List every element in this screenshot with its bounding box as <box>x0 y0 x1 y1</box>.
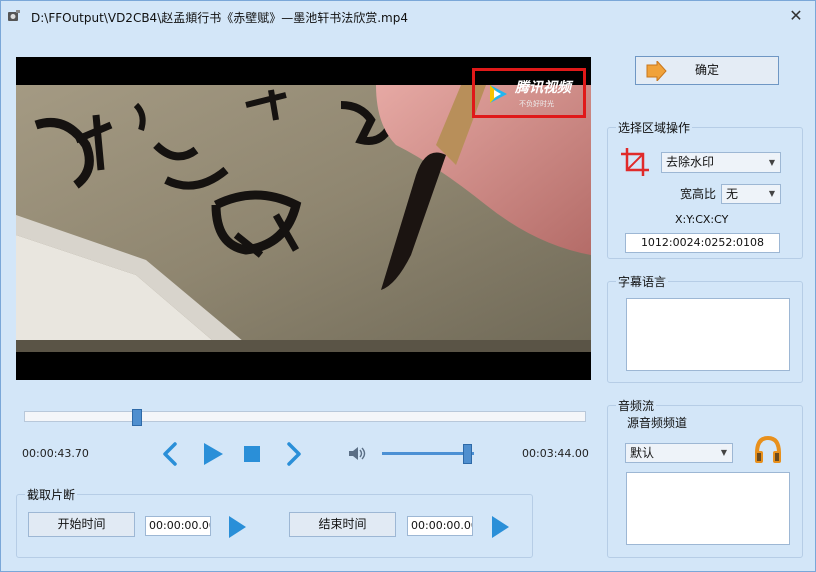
chevron-down-icon: ▼ <box>768 158 775 167</box>
video-preview[interactable]: 腾讯视频 不负好时光 <box>16 57 591 380</box>
audio-channel-select[interactable]: 默认 ▼ <box>625 443 733 463</box>
confirm-label: 确定 <box>694 63 719 77</box>
audio-channel-label: 源音频频道 <box>627 416 688 430</box>
chevron-down-icon: ▼ <box>720 448 727 457</box>
video-frame-image <box>16 85 591 352</box>
subtitle-group-title: 字幕语言 <box>616 273 669 290</box>
coords-field[interactable]: 1012:0024:0252:0108 <box>625 233 780 253</box>
crop-icon[interactable] <box>619 146 651 178</box>
audio-stream-list[interactable] <box>626 472 790 545</box>
app-icon <box>8 10 20 21</box>
chevron-down-icon: ▼ <box>768 189 775 198</box>
window-title: D:\FFOutput\VD2CB4\赵孟頫行书《赤壁赋》—墨池轩书法欣赏.mp… <box>31 11 408 25</box>
coords-label: X:Y:CX:CY <box>675 213 729 226</box>
end-time-button[interactable]: 结束时间 <box>289 512 396 537</box>
aspect-ratio-label: 宽高比 <box>680 187 717 201</box>
clip-group-title: 截取片断 <box>25 486 78 503</box>
app-window: D:\FFOutput\VD2CB4\赵孟頫行书《赤壁赋》—墨池轩书法欣赏.mp… <box>0 0 816 572</box>
tencent-video-logo-icon <box>490 85 507 103</box>
audio-channel-value: 默认 <box>630 446 655 460</box>
total-time: 00:03:44.00 <box>522 447 589 460</box>
confirm-button[interactable]: 确定 <box>635 56 779 85</box>
headphones-icon <box>755 435 781 463</box>
watermark-selection-box[interactable]: 腾讯视频 不负好时光 <box>472 68 586 118</box>
set-end-play-icon[interactable] <box>490 515 510 539</box>
aspect-ratio-select[interactable]: 无 ▼ <box>721 184 781 204</box>
set-start-play-icon[interactable] <box>227 515 247 539</box>
watermark-text: 腾讯视频 <box>515 80 571 96</box>
region-group-title: 选择区域操作 <box>616 119 693 136</box>
start-time-field[interactable]: 00:00:00.00 <box>145 516 211 536</box>
close-button[interactable]: ✕ <box>787 7 805 25</box>
previous-icon[interactable] <box>161 441 179 467</box>
current-time: 00:00:43.70 <box>22 447 89 460</box>
stop-icon[interactable] <box>243 445 261 463</box>
seek-bar[interactable] <box>24 409 586 426</box>
end-time-field[interactable]: 00:00:00.00 <box>407 516 473 536</box>
start-time-button[interactable]: 开始时间 <box>28 512 135 537</box>
next-icon[interactable] <box>285 441 303 467</box>
aspect-ratio-value: 无 <box>726 187 739 201</box>
title-bar: D:\FFOutput\VD2CB4\赵孟頫行书《赤壁赋》—墨池轩书法欣赏.mp… <box>1 1 815 31</box>
confirm-arrow-icon <box>646 61 667 81</box>
region-operation-select[interactable]: 去除水印 ▼ <box>661 152 781 173</box>
volume-thumb[interactable] <box>463 444 472 464</box>
play-icon[interactable] <box>201 441 225 467</box>
region-operation-value: 去除水印 <box>666 155 715 169</box>
audio-group-title: 音频流 <box>616 397 657 414</box>
volume-slider[interactable] <box>382 444 474 464</box>
volume-icon[interactable] <box>347 445 367 462</box>
seek-thumb[interactable] <box>132 409 142 426</box>
watermark-subtext: 不负好时光 <box>519 100 554 108</box>
subtitle-language-list[interactable] <box>626 298 790 371</box>
